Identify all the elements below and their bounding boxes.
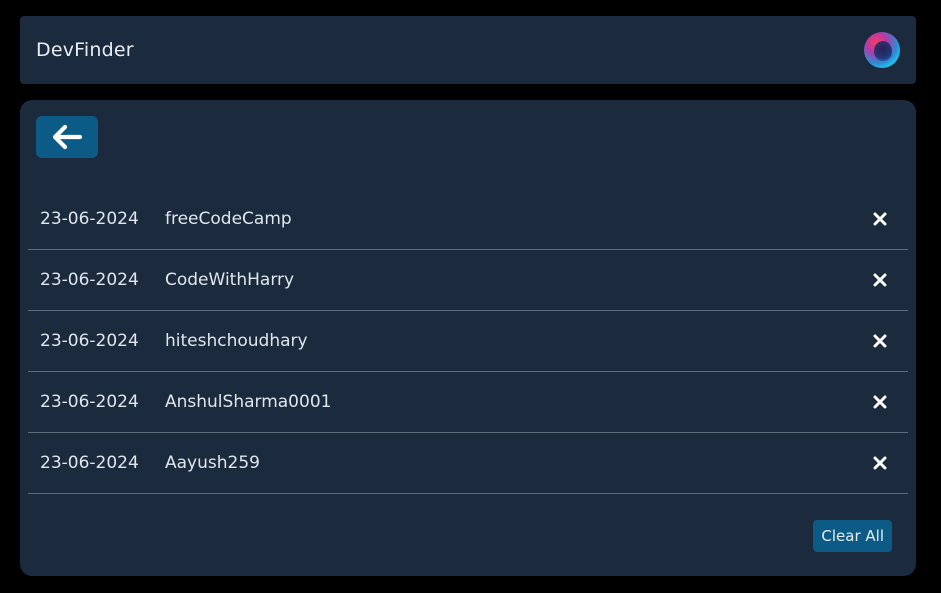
item-username[interactable]: freeCodeCamp [165,209,870,229]
item-username[interactable]: AnshulSharma0001 [165,392,870,412]
back-button[interactable] [36,116,98,158]
item-username[interactable]: Aayush259 [165,453,870,473]
app-title: DevFinder [36,39,134,61]
close-icon[interactable] [870,331,890,351]
history-panel: 23-06-2024 freeCodeCamp 23-06-2024 CodeW… [20,100,916,576]
arrow-left-icon [52,124,83,150]
item-date: 23-06-2024 [40,453,139,473]
item-username[interactable]: CodeWithHarry [165,270,870,290]
close-icon[interactable] [870,209,890,229]
clear-all-button[interactable]: Clear All [813,520,892,552]
history-list: 23-06-2024 freeCodeCamp 23-06-2024 CodeW… [28,189,908,494]
close-icon[interactable] [870,392,890,412]
list-item: 23-06-2024 Aayush259 [28,433,908,494]
item-date: 23-06-2024 [40,270,139,290]
list-item: 23-06-2024 hiteshchoudhary [28,311,908,372]
item-username[interactable]: hiteshchoudhary [165,331,870,351]
item-date: 23-06-2024 [40,392,139,412]
app-header: DevFinder [20,16,916,84]
item-date: 23-06-2024 [40,331,139,351]
list-item: 23-06-2024 freeCodeCamp [28,189,908,250]
user-avatar[interactable] [864,32,900,68]
list-item: 23-06-2024 AnshulSharma0001 [28,372,908,433]
close-icon[interactable] [870,453,890,473]
item-date: 23-06-2024 [40,209,139,229]
close-icon[interactable] [870,270,890,290]
list-item: 23-06-2024 CodeWithHarry [28,250,908,311]
